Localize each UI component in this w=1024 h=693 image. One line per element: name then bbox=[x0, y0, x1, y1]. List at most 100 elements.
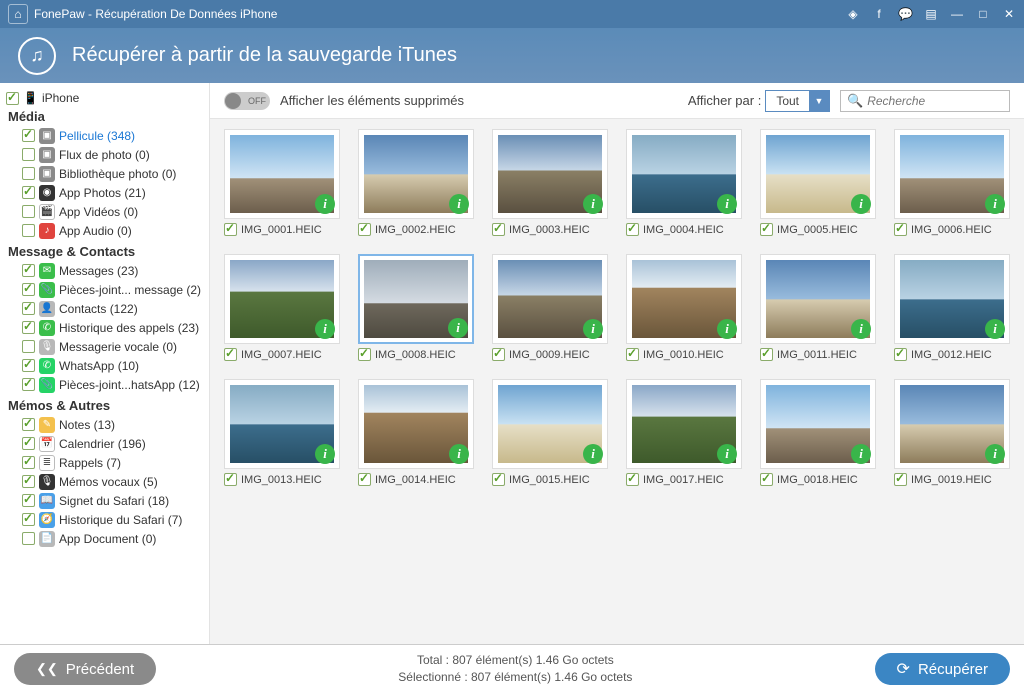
sidebar-item-notes[interactable]: ✎Notes (13) bbox=[6, 415, 203, 434]
sidebar-checkbox[interactable] bbox=[22, 321, 35, 334]
photo-thumbnail[interactable]: iIMG_0009.HEIC bbox=[492, 254, 608, 361]
info-icon[interactable]: i bbox=[985, 444, 1005, 464]
photo-thumbnail[interactable]: iIMG_0012.HEIC bbox=[894, 254, 1010, 361]
sidebar-item-app-videos[interactable]: 🎬App Vidéos (0) bbox=[6, 202, 203, 221]
photo-thumbnail[interactable]: iIMG_0019.HEIC bbox=[894, 379, 1010, 486]
sidebar-checkbox[interactable] bbox=[22, 148, 35, 161]
sidebar-checkbox[interactable] bbox=[22, 224, 35, 237]
close-button[interactable]: ✕ bbox=[1002, 7, 1016, 21]
sidebar-item-historique-appels[interactable]: ✆Historique des appels (23) bbox=[6, 318, 203, 337]
thumbnail-checkbox[interactable] bbox=[894, 223, 907, 236]
info-icon[interactable]: i bbox=[315, 444, 335, 464]
deleted-toggle[interactable]: OFF bbox=[224, 92, 270, 110]
sidebar-item-messagerie-vocale[interactable]: 🎙Messagerie vocale (0) bbox=[6, 337, 203, 356]
photo-thumbnail[interactable]: iIMG_0017.HEIC bbox=[626, 379, 742, 486]
photo-thumbnail[interactable]: iIMG_0018.HEIC bbox=[760, 379, 876, 486]
sidebar-checkbox[interactable] bbox=[22, 205, 35, 218]
info-icon[interactable]: i bbox=[583, 444, 603, 464]
sidebar-checkbox[interactable] bbox=[22, 167, 35, 180]
thumbnail-checkbox[interactable] bbox=[760, 223, 773, 236]
thumbnail-checkbox[interactable] bbox=[358, 473, 371, 486]
photo-thumbnail[interactable]: iIMG_0006.HEIC bbox=[894, 129, 1010, 236]
thumbnail-checkbox[interactable] bbox=[224, 348, 237, 361]
photo-thumbnail[interactable]: iIMG_0002.HEIC bbox=[358, 129, 474, 236]
sidebar-item-whatsapp[interactable]: ✆WhatsApp (10) bbox=[6, 356, 203, 375]
sidebar-checkbox[interactable] bbox=[22, 532, 35, 545]
thumbnail-checkbox[interactable] bbox=[626, 473, 639, 486]
thumbnail-checkbox[interactable] bbox=[358, 223, 371, 236]
info-icon[interactable]: i bbox=[449, 444, 469, 464]
sidebar-item-pellicule[interactable]: ▣Pellicule (348) bbox=[6, 126, 203, 145]
sidebar-checkbox[interactable] bbox=[22, 340, 35, 353]
info-icon[interactable]: i bbox=[315, 194, 335, 214]
info-icon[interactable]: i bbox=[717, 319, 737, 339]
sidebar-checkbox[interactable] bbox=[22, 418, 35, 431]
sidebar-item-app-document[interactable]: 📄App Document (0) bbox=[6, 529, 203, 548]
device-row[interactable]: 📱 iPhone bbox=[6, 91, 203, 105]
sidebar-checkbox[interactable] bbox=[22, 437, 35, 450]
info-icon[interactable]: i bbox=[717, 444, 737, 464]
sidebar-checkbox[interactable] bbox=[22, 494, 35, 507]
info-icon[interactable]: i bbox=[851, 319, 871, 339]
thumbnail-checkbox[interactable] bbox=[626, 348, 639, 361]
thumbnail-checkbox[interactable] bbox=[894, 348, 907, 361]
sidebar-item-contacts[interactable]: 👤Contacts (122) bbox=[6, 299, 203, 318]
sidebar-item-bibliotheque-photo[interactable]: ▣Bibliothèque photo (0) bbox=[6, 164, 203, 183]
info-icon[interactable]: i bbox=[448, 318, 468, 338]
sidebar-item-calendrier[interactable]: 📅Calendrier (196) bbox=[6, 434, 203, 453]
info-icon[interactable]: i bbox=[583, 319, 603, 339]
info-icon[interactable]: i bbox=[583, 194, 603, 214]
sidebar-checkbox[interactable] bbox=[22, 302, 35, 315]
photo-thumbnail[interactable]: iIMG_0001.HEIC bbox=[224, 129, 340, 236]
info-icon[interactable]: i bbox=[315, 319, 335, 339]
thumbnail-checkbox[interactable] bbox=[492, 473, 505, 486]
sidebar-item-messages[interactable]: ✉Messages (23) bbox=[6, 261, 203, 280]
info-icon[interactable]: i bbox=[985, 319, 1005, 339]
info-icon[interactable]: i bbox=[985, 194, 1005, 214]
sidebar-checkbox[interactable] bbox=[22, 475, 35, 488]
photo-thumbnail[interactable]: iIMG_0003.HEIC bbox=[492, 129, 608, 236]
thumbnail-checkbox[interactable] bbox=[760, 473, 773, 486]
sidebar-checkbox[interactable] bbox=[22, 359, 35, 372]
photo-thumbnail[interactable]: iIMG_0007.HEIC bbox=[224, 254, 340, 361]
photo-thumbnail[interactable]: iIMG_0008.HEIC bbox=[358, 254, 474, 361]
search-box[interactable]: 🔍 bbox=[840, 90, 1010, 112]
photo-thumbnail[interactable]: iIMG_0015.HEIC bbox=[492, 379, 608, 486]
search-input[interactable] bbox=[867, 94, 1003, 108]
photo-thumbnail[interactable]: iIMG_0013.HEIC bbox=[224, 379, 340, 486]
previous-button[interactable]: ❮❮ Précédent bbox=[14, 653, 156, 685]
sidebar-item-flux-photo[interactable]: ▣Flux de photo (0) bbox=[6, 145, 203, 164]
premium-icon[interactable]: ◈ bbox=[846, 7, 860, 21]
sidebar-checkbox[interactable] bbox=[22, 264, 35, 277]
sidebar-item-pj-whatsapp[interactable]: 📎Pièces-joint...hatsApp (12) bbox=[6, 375, 203, 394]
thumbnail-checkbox[interactable] bbox=[224, 473, 237, 486]
sidebar-checkbox[interactable] bbox=[22, 186, 35, 199]
photo-thumbnail[interactable]: iIMG_0010.HEIC bbox=[626, 254, 742, 361]
info-icon[interactable]: i bbox=[449, 194, 469, 214]
info-icon[interactable]: i bbox=[851, 444, 871, 464]
display-by-select[interactable]: Tout ▼ bbox=[765, 90, 830, 112]
sidebar-item-historique-safari[interactable]: 🧭Historique du Safari (7) bbox=[6, 510, 203, 529]
thumbnail-checkbox[interactable] bbox=[760, 348, 773, 361]
device-checkbox[interactable] bbox=[6, 92, 19, 105]
sidebar-checkbox[interactable] bbox=[22, 513, 35, 526]
info-icon[interactable]: i bbox=[717, 194, 737, 214]
maximize-button[interactable]: □ bbox=[976, 7, 990, 21]
chat-icon[interactable]: 💬 bbox=[898, 7, 912, 21]
thumbnail-checkbox[interactable] bbox=[894, 473, 907, 486]
thumbnail-checkbox[interactable] bbox=[626, 223, 639, 236]
sidebar-item-pj-message[interactable]: 📎Pièces-joint... message (2) bbox=[6, 280, 203, 299]
sidebar-checkbox[interactable] bbox=[22, 283, 35, 296]
photo-thumbnail[interactable]: iIMG_0011.HEIC bbox=[760, 254, 876, 361]
thumbnail-checkbox[interactable] bbox=[358, 348, 371, 361]
sidebar-item-rappels[interactable]: ≣Rappels (7) bbox=[6, 453, 203, 472]
feedback-icon[interactable]: ▤ bbox=[924, 7, 938, 21]
photo-thumbnail[interactable]: iIMG_0014.HEIC bbox=[358, 379, 474, 486]
home-button[interactable]: ⌂ bbox=[8, 4, 28, 24]
sidebar-checkbox[interactable] bbox=[22, 378, 35, 391]
sidebar-checkbox[interactable] bbox=[22, 129, 35, 142]
photo-thumbnail[interactable]: iIMG_0004.HEIC bbox=[626, 129, 742, 236]
sidebar-item-app-audio[interactable]: ♪App Audio (0) bbox=[6, 221, 203, 240]
sidebar-item-app-photos[interactable]: ◉App Photos (21) bbox=[6, 183, 203, 202]
info-icon[interactable]: i bbox=[851, 194, 871, 214]
